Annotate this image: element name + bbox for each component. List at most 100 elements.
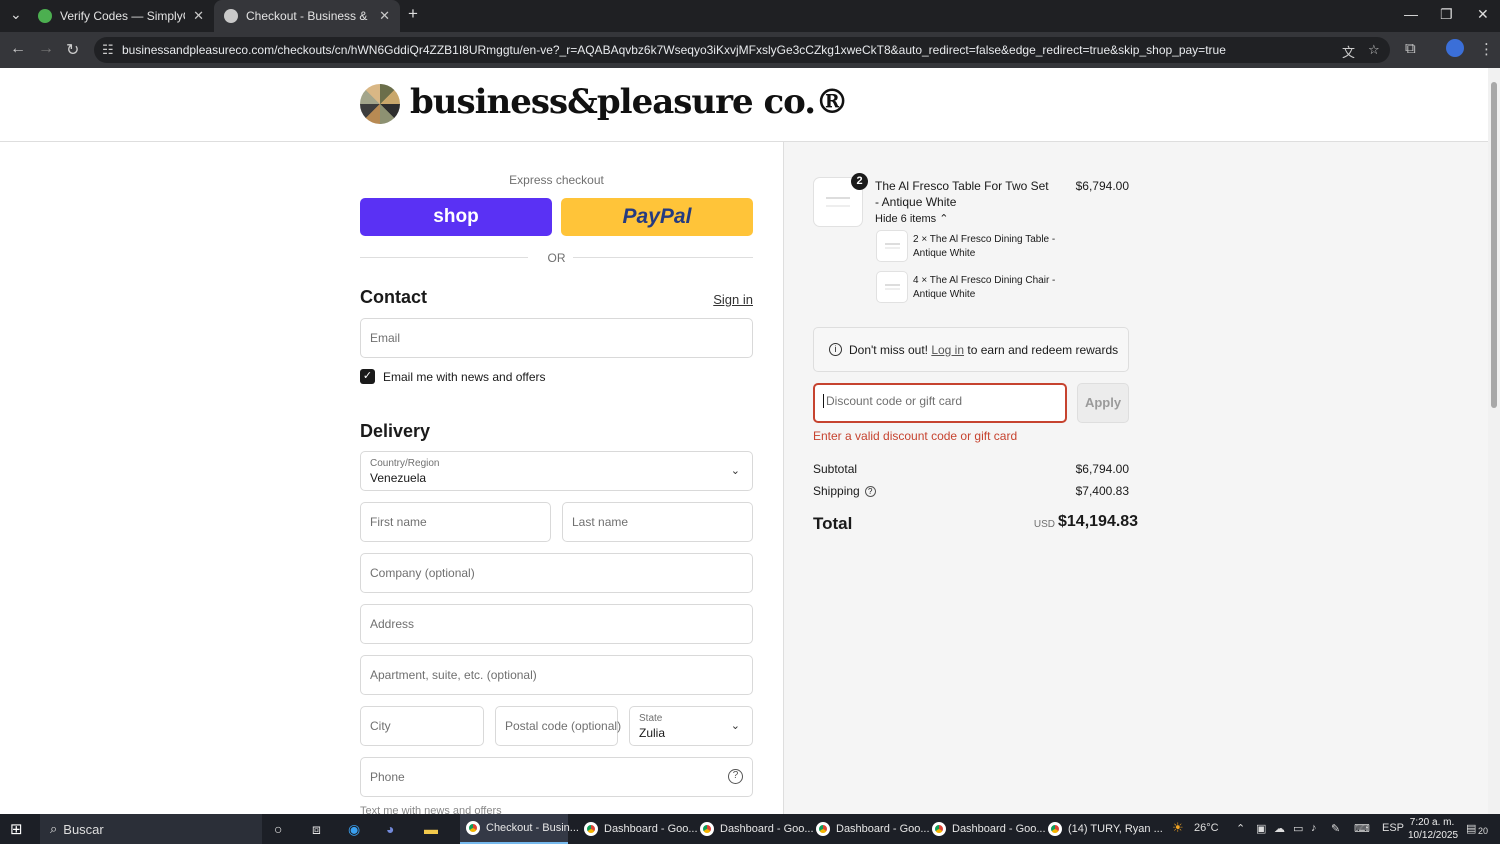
site-info-icon[interactable]: ☷ (102, 42, 114, 58)
forward-icon[interactable]: → (38, 40, 54, 58)
discount-field[interactable] (813, 383, 1067, 423)
minimize-icon[interactable]: — (1404, 6, 1418, 22)
paypal-button[interactable]: PayPal (561, 198, 753, 236)
postal-code-field[interactable]: Postal code (optional) (495, 706, 621, 746)
apartment-field[interactable]: Apartment, suite, etc. (optional) (360, 655, 753, 695)
bookmark-star-icon[interactable]: ☆ (1368, 42, 1380, 58)
taskbar-app-chrome[interactable]: Checkout - Busin... (460, 814, 579, 844)
last-name-field[interactable]: Last name (562, 502, 753, 542)
chevron-down-icon: ⌄ (730, 465, 740, 477)
menu-icon[interactable]: ⋮ (1479, 40, 1494, 58)
taskbar-app-chrome[interactable]: Dashboard - Goo... (926, 814, 1046, 844)
sub-item-name: 2 × The Al Fresco Dining Table - Antique… (913, 234, 1056, 259)
total-value: $14,194.83 (1058, 513, 1139, 530)
shipping-row: Shipping? (813, 484, 876, 498)
address-bar[interactable]: ☷ businessandpleasureco.com/checkouts/cn… (94, 37, 1390, 63)
subtotal-value: $6,794.00 (1075, 462, 1129, 476)
discount-error: Enter a valid discount code or gift card (813, 429, 1018, 443)
tray-chevron-icon[interactable]: ⌃ (1236, 822, 1245, 835)
help-icon[interactable]: ? (728, 769, 743, 784)
task-view-icon[interactable]: ⧈ (312, 814, 321, 844)
phone-field[interactable]: Phone ? (360, 757, 753, 797)
notifications-icon[interactable]: ▤ (1466, 822, 1476, 835)
cortana-icon[interactable]: ○ (274, 814, 282, 844)
reload-icon[interactable]: ↻ (66, 40, 79, 60)
tray-app-icon[interactable]: ▣ (1256, 822, 1266, 835)
help-icon[interactable]: ? (864, 486, 876, 498)
close-tab-icon[interactable]: ✕ (379, 8, 390, 24)
contact-heading: Contact (360, 287, 427, 307)
logo-umbrella-icon[interactable] (360, 84, 400, 124)
total-label: Total (813, 514, 853, 533)
site-header: business&pleasure co.® (0, 68, 1488, 142)
or-separator: OR (547, 251, 566, 265)
delivery-heading: Delivery (360, 421, 431, 441)
taskbar-app-chrome[interactable]: Dashboard - Goo... (694, 814, 814, 844)
shipping-value: $7,400.83 (1075, 484, 1129, 498)
shop-pay-button[interactable]: shop (360, 198, 552, 236)
windows-taskbar: ⊞ ⌕ Buscar ○ ⧈ ◉ ◕ ▬ Checkout - Busin...… (0, 814, 1500, 844)
pen-icon[interactable]: ✎ (1331, 822, 1340, 835)
state-select[interactable]: State Zulia ⌄ (629, 706, 753, 746)
address-field[interactable]: Address (360, 604, 753, 644)
notification-count: 20 (1478, 826, 1489, 836)
taskbar-app-chrome[interactable]: Dashboard - Goo... (578, 814, 698, 844)
page-scrollbar[interactable] (1488, 68, 1500, 814)
tab-simplycodes[interactable]: Verify Codes — SimplyCodes ✕ (28, 0, 214, 32)
sign-in-link[interactable]: Sign in (700, 292, 753, 307)
browser-toolbar: ← → ↻ ☷ businessandpleasureco.com/checko… (0, 32, 1500, 68)
back-icon[interactable]: ← (10, 40, 26, 58)
divider (360, 257, 528, 258)
clock[interactable]: 7:20 a. m. 10/12/2025 (1408, 816, 1458, 842)
city-field[interactable]: City (360, 706, 484, 746)
cloud-icon[interactable]: ☁ (1274, 822, 1285, 835)
taskbar-app-chrome[interactable]: (14) TURY, Ryan ... (1042, 814, 1163, 844)
discord-icon[interactable]: ◕ (386, 814, 394, 844)
windows-start-icon[interactable]: ⊞ (10, 814, 23, 844)
logo-text[interactable]: business&pleasure co.® (410, 82, 849, 122)
newsletter-checkbox[interactable]: ✓ (360, 369, 375, 384)
company-field[interactable]: Company (optional) (360, 553, 753, 593)
volume-icon[interactable]: ♪ (1311, 822, 1317, 834)
chrome-icon (700, 822, 714, 836)
log-in-link[interactable]: Log in (931, 343, 964, 357)
shipping-label: Shipping (813, 484, 860, 498)
translate-icon[interactable]: 文 (1342, 42, 1355, 61)
url-text: businessandpleasureco.com/checkouts/cn/h… (122, 43, 1226, 57)
restore-icon[interactable]: ❐ (1440, 6, 1453, 23)
weather-temp[interactable]: 26°C (1194, 822, 1219, 834)
apply-button[interactable]: Apply (1077, 383, 1129, 423)
discount-input[interactable] (823, 394, 1053, 408)
newsletter-label[interactable]: Email me with news and offers (383, 370, 546, 384)
first-name-field[interactable]: First name (360, 502, 551, 542)
scroll-thumb[interactable] (1491, 82, 1497, 408)
extensions-icon[interactable]: ⧉ (1405, 40, 1416, 57)
sms-offers-label[interactable]: Text me with news and offers (360, 805, 560, 814)
total-currency: USD (1033, 519, 1055, 530)
new-tab-icon[interactable]: + (408, 4, 418, 24)
taskbar-app-chrome[interactable]: Dashboard - Goo... (810, 814, 930, 844)
keyboard-icon[interactable]: ⌨ (1354, 822, 1370, 835)
express-checkout-title: Express checkout (509, 173, 604, 187)
tab-checkout[interactable]: Checkout - Business & Pleasure ✕ (214, 0, 400, 32)
network-icon[interactable]: ▭ (1293, 822, 1303, 835)
file-explorer-icon[interactable]: ▬ (424, 814, 438, 844)
chevron-down-icon: ⌄ (730, 720, 740, 732)
info-icon: i (829, 343, 842, 356)
search-icon: ⌕ (50, 821, 58, 836)
simplycodes-favicon-icon (38, 9, 52, 23)
close-window-icon[interactable]: ✕ (1477, 6, 1489, 23)
email-field[interactable]: Email (360, 318, 753, 358)
country-select[interactable]: Country/Region Venezuela ⌄ (360, 451, 753, 491)
close-tab-icon[interactable]: ✕ (193, 8, 204, 24)
language-indicator[interactable]: ESP (1382, 822, 1404, 834)
chrome-icon (816, 822, 830, 836)
hide-items-toggle[interactable]: Hide 6 items ⌃ (875, 212, 948, 225)
taskbar-search[interactable]: ⌕ Buscar (40, 814, 262, 844)
profile-avatar-icon[interactable] (1446, 39, 1464, 57)
sub-item-thumbnail (876, 271, 908, 303)
edge-icon[interactable]: ◉ (348, 814, 360, 844)
weather-icon[interactable]: ☀ (1172, 820, 1184, 836)
tab-list-chevron-icon[interactable]: ⌄ (10, 6, 22, 23)
chrome-icon (1048, 822, 1062, 836)
